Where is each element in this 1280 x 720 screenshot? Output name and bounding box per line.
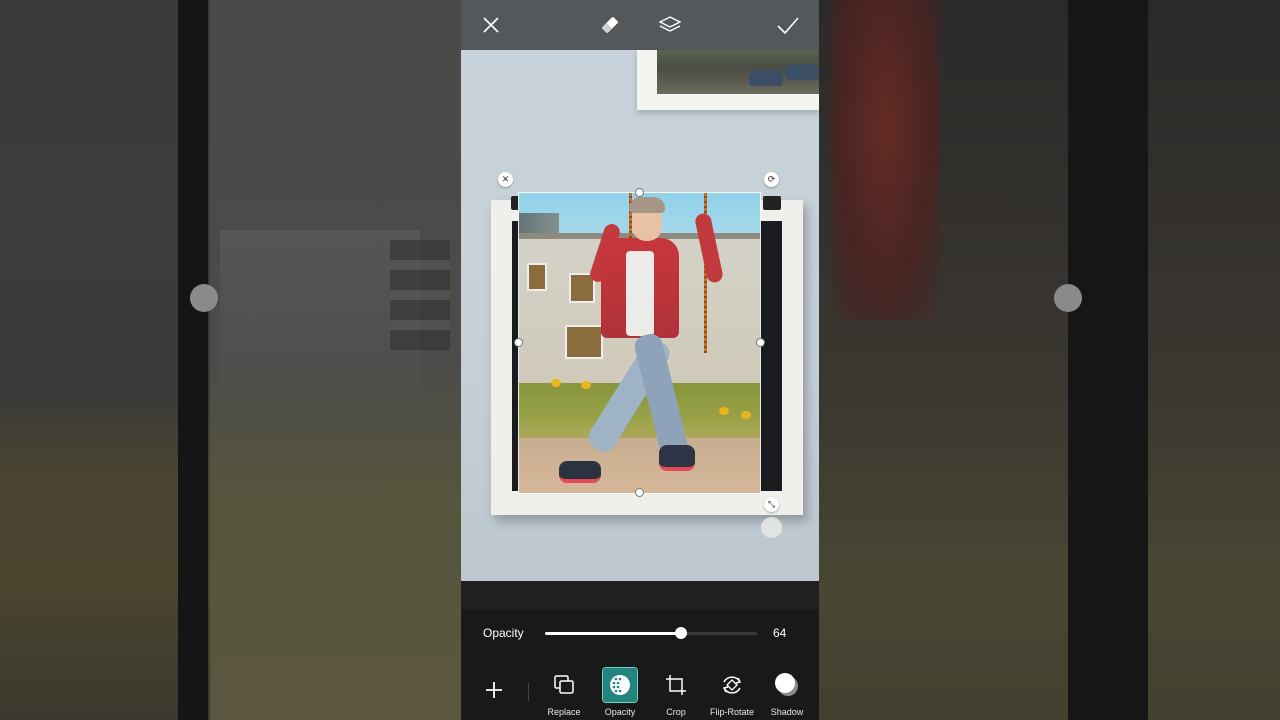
background-strip-right [1068,0,1148,720]
background-photo-top [637,50,819,110]
opacity-label: Opacity [483,626,524,640]
top-toolbar [461,0,819,50]
bottom-panel: Opacity 64 Replace Opacity Crop Flip-Rot… [461,581,819,720]
scale-icon[interactable]: ⤡ [764,497,779,512]
drag-indicator [761,517,782,538]
opacity-control: Opacity 64 [461,621,819,645]
tool-label: Shadow [770,707,804,717]
eraser-icon [602,17,618,33]
crop-icon [659,668,693,702]
background-strip [178,0,208,720]
eraser-button[interactable] [595,10,625,40]
close-button[interactable] [476,10,506,40]
opacity-icon [602,667,638,703]
resize-handle-bottom[interactable] [635,488,644,497]
checkmark-icon [777,17,799,35]
background-knob-left [190,284,218,312]
plus-icon [486,682,502,698]
editor-screen: ✕ ⟳ ⤡ Opacity 64 Replace Opacity Crop Fl… [461,0,819,720]
resize-handle-top[interactable] [635,188,644,197]
shoe [785,64,819,80]
photo-flower [719,407,729,415]
panel-header-band [461,581,819,609]
frame-clip [763,196,781,210]
opacity-slider-fill [545,632,681,635]
background-window [390,240,450,350]
person-shirt [626,251,654,336]
editing-canvas[interactable]: ✕ ⟳ ⤡ [461,0,819,581]
photo-flower [551,379,561,387]
photo-window [565,325,603,359]
delete-layer-icon[interactable]: ✕ [498,172,513,187]
person-shoe [659,445,695,471]
resize-handle-left[interactable] [514,338,523,347]
resize-handle-right[interactable] [756,338,765,347]
photo-layer[interactable] [518,192,761,494]
background-jacket [830,0,940,320]
background-knob-right [1054,284,1082,312]
apply-button[interactable] [773,10,803,40]
layers-button[interactable] [655,10,685,40]
toolbar-divider [528,683,529,701]
flip-rotate-icon [715,668,749,702]
photo-flower [741,411,751,419]
replace-icon [547,668,581,702]
background-photo-image [657,50,819,94]
person-hair [629,197,665,213]
photo-window [527,263,547,291]
layers-icon [658,16,682,32]
shoe [749,70,783,86]
opacity-slider[interactable] [545,627,757,639]
shadow-icon [770,668,804,702]
opacity-slider-thumb[interactable] [674,627,687,639]
photo-flower [581,381,591,389]
add-button[interactable] [481,677,507,703]
tool-shadow[interactable]: Shadow [759,667,815,720]
close-icon [483,17,499,33]
person-shoe [559,461,601,483]
photo-ground [519,438,760,493]
opacity-value: 64 [773,626,787,640]
rotate-icon[interactable]: ⟳ [764,172,779,187]
tool-bar: Replace Opacity Crop Flip-Rotate Shadow [461,667,819,720]
